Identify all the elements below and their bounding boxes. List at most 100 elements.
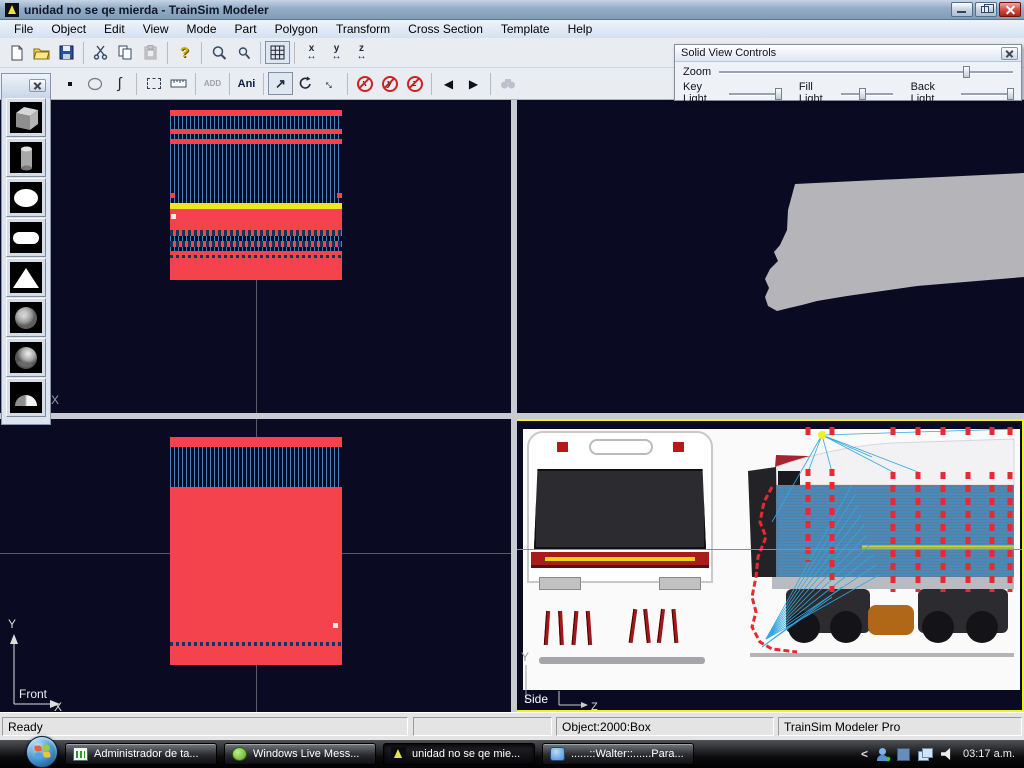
taskbar-button-task-manager[interactable]: Administrador de ta...: [65, 743, 217, 765]
viewport-splitter-vertical[interactable]: [511, 100, 517, 712]
taskbar-button-trainsim[interactable]: unidad no se qe mie...: [383, 743, 535, 765]
taskbar-button-chat[interactable]: ......::Walter::......Para...: [542, 743, 694, 765]
paste-button[interactable]: [138, 41, 163, 64]
front-axis-gizmo: Y Front X: [2, 612, 68, 712]
open-file-button[interactable]: [29, 41, 54, 64]
mirror-z-button[interactable]: z↔: [349, 41, 374, 64]
solid-view-controls-palette[interactable]: Solid View Controls Zoom Key Light Fill …: [674, 44, 1022, 101]
ellipse-tool-button[interactable]: [82, 72, 107, 95]
top-view-wireframe-object[interactable]: [170, 110, 342, 280]
primitives-palette-titlebar[interactable]: [2, 74, 50, 98]
lock-x-button[interactable]: x: [352, 72, 377, 95]
window-title: unidad no se qe mierda - TrainSim Modele…: [24, 3, 269, 17]
primitive-cylinder-button[interactable]: [6, 138, 46, 177]
move-tool-button[interactable]: ↗: [268, 72, 293, 95]
measure-button[interactable]: [166, 72, 191, 95]
menu-transform[interactable]: Transform: [327, 21, 399, 38]
grid-icon: [270, 45, 285, 60]
restore-button[interactable]: [975, 2, 997, 17]
primitive-dome-button[interactable]: [6, 378, 46, 417]
grid-toggle-button[interactable]: [265, 41, 290, 64]
task-manager-icon: [73, 747, 88, 761]
animation-button[interactable]: Ani: [234, 72, 259, 95]
copy-button[interactable]: [113, 41, 138, 64]
key-light-label: Key Light: [683, 81, 721, 105]
menu-file[interactable]: File: [5, 21, 42, 38]
viewport-solid[interactable]: [517, 100, 1024, 413]
zoom-out-button[interactable]: [231, 41, 256, 64]
viewport-splitter-horizontal[interactable]: [0, 413, 1024, 419]
help-button[interactable]: ?: [172, 41, 197, 64]
primitives-close-button[interactable]: [29, 79, 46, 92]
selection-rect-icon: [147, 78, 161, 89]
back-light-slider[interactable]: [961, 87, 1013, 100]
taskbar: Administrador de ta... Windows Live Mess…: [0, 740, 1024, 768]
curve-tool-button[interactable]: ∫: [107, 72, 132, 95]
menu-polygon[interactable]: Polygon: [266, 21, 327, 38]
cut-button[interactable]: [88, 41, 113, 64]
zoom-slider[interactable]: [719, 65, 1013, 78]
menu-view[interactable]: View: [134, 21, 178, 38]
close-button[interactable]: [999, 2, 1021, 17]
find-button[interactable]: [495, 72, 520, 95]
title-bar[interactable]: unidad no se qe mierda - TrainSim Modele…: [0, 0, 1024, 20]
fill-light-slider[interactable]: [841, 87, 893, 100]
palette-close-button[interactable]: [1001, 47, 1018, 60]
mirror-y-icon: y↔: [332, 45, 342, 61]
status-app-name: TrainSim Modeler Pro: [778, 717, 1022, 736]
lock-y-button[interactable]: y: [377, 72, 402, 95]
zoom-in-button[interactable]: [206, 41, 231, 64]
primitive-cone-button[interactable]: [6, 258, 46, 297]
front-view-object[interactable]: [170, 437, 342, 665]
taskbar-button-messenger[interactable]: Windows Live Mess...: [224, 743, 376, 765]
viewport-top[interactable]: X: [0, 100, 511, 413]
vertex-handle[interactable]: [171, 214, 176, 219]
start-button[interactable]: [26, 736, 58, 768]
tray-volume-icon[interactable]: [941, 748, 955, 760]
rotate-tool-button[interactable]: [293, 72, 318, 95]
mirror-x-button[interactable]: x↔: [299, 41, 324, 64]
key-light-slider[interactable]: [729, 87, 781, 100]
menu-template[interactable]: Template: [492, 21, 559, 38]
lock-z-button[interactable]: z: [402, 72, 427, 95]
minimize-button[interactable]: [951, 2, 973, 17]
messenger-icon: [232, 747, 247, 761]
solid-view-controls-titlebar[interactable]: Solid View Controls: [675, 45, 1021, 62]
add-button[interactable]: ADD: [200, 72, 225, 95]
ruler-icon: [170, 77, 187, 90]
tray-network-icon[interactable]: [918, 748, 933, 760]
menu-mode[interactable]: Mode: [178, 21, 226, 38]
primitives-palette[interactable]: [1, 73, 51, 425]
capsule-icon: [10, 222, 42, 253]
select-rect-button[interactable]: [141, 72, 166, 95]
selected-vertex[interactable]: [818, 431, 826, 439]
primitive-capsule-button[interactable]: [6, 218, 46, 257]
tray-messenger-icon[interactable]: [876, 748, 889, 761]
new-file-button[interactable]: [4, 41, 29, 64]
primitive-box-button[interactable]: [6, 98, 46, 137]
save-button[interactable]: [54, 41, 79, 64]
menu-part[interactable]: Part: [226, 21, 266, 38]
next-button[interactable]: ▶: [461, 72, 486, 95]
menu-help[interactable]: Help: [559, 21, 602, 38]
tray-app-icon[interactable]: [897, 748, 910, 761]
mirror-y-button[interactable]: y↔: [324, 41, 349, 64]
ellipse-icon: [87, 77, 103, 91]
viewport-side-active[interactable]: Y Side Z: [515, 419, 1024, 712]
viewport-front[interactable]: Y Front X: [0, 419, 511, 712]
vertex-handle[interactable]: [333, 623, 338, 628]
point-tool-button[interactable]: [57, 72, 82, 95]
primitive-geosphere-button[interactable]: [6, 338, 46, 377]
menu-edit[interactable]: Edit: [95, 21, 134, 38]
primitive-sphere-button[interactable]: [6, 298, 46, 337]
cut-icon: [93, 45, 108, 60]
menu-cross-section[interactable]: Cross Section: [399, 21, 492, 38]
solid-shaded-object: [517, 100, 1024, 413]
sphere-icon: [10, 302, 42, 333]
status-ready: Ready: [2, 717, 408, 736]
primitive-ellipse-button[interactable]: [6, 178, 46, 217]
tray-expand-icon[interactable]: <: [861, 747, 868, 761]
scale-tool-button[interactable]: ↔: [318, 72, 343, 95]
menu-object[interactable]: Object: [42, 21, 95, 38]
prev-button[interactable]: ◀: [436, 72, 461, 95]
